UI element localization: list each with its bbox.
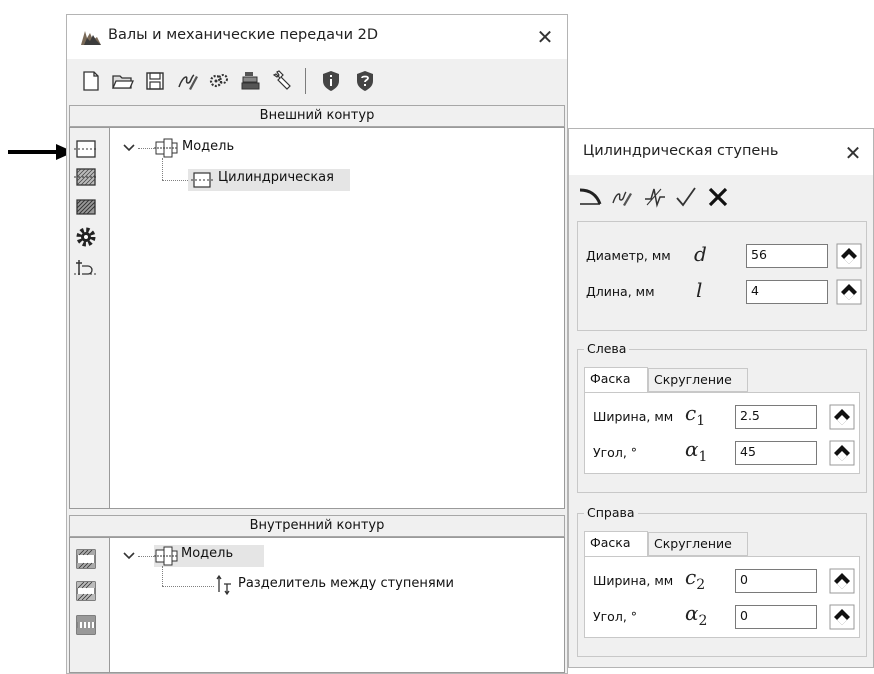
- tab-fillet[interactable]: Скругление: [648, 368, 748, 392]
- edit-icon[interactable]: [609, 185, 635, 209]
- cylinder-step-icon[interactable]: [73, 136, 99, 162]
- app-logo-icon: [81, 31, 101, 45]
- new-document-icon[interactable]: [79, 69, 103, 93]
- bore-step-icon[interactable]: [73, 546, 99, 572]
- tree-node-cylindrical[interactable]: Цилиндрическая: [188, 169, 350, 191]
- chamfer-angle-label: Угол, °: [593, 609, 638, 624]
- chamfer-angle-symbol: α2: [685, 601, 708, 629]
- expand-chevron-icon[interactable]: [122, 142, 136, 154]
- tree-root-model[interactable]: Модель: [182, 139, 234, 154]
- model-assembly-icon: [154, 138, 178, 158]
- right-chamfer-panel: Ширина, мм c2 0 Угол, ° α2 0: [584, 556, 860, 638]
- chamfer-width-label: Ширина, мм: [593, 573, 674, 588]
- step-separator-icon: [216, 574, 231, 596]
- inner-side-toolbar: [70, 538, 110, 672]
- chamfer-angle-input[interactable]: 0: [735, 605, 817, 629]
- shield-help-icon[interactable]: [353, 69, 377, 93]
- pick-value-icon[interactable]: [836, 243, 862, 269]
- hatched-step-icon[interactable]: [73, 164, 99, 190]
- tree-root-model-inner[interactable]: Модель: [154, 545, 264, 567]
- tab-chamfer[interactable]: Фаска: [584, 367, 648, 393]
- dialog-toolbar: [569, 175, 873, 219]
- add-element-icon[interactable]: [73, 252, 99, 278]
- left-chamfer-panel: Ширина, мм c1 2.5 Угол, ° α1 45: [584, 392, 860, 474]
- splined-bore-icon[interactable]: [73, 612, 99, 638]
- tree-node-label: Модель: [181, 546, 234, 561]
- tree-connector: [162, 586, 214, 587]
- tree-connector: [162, 158, 163, 180]
- checkmark-icon[interactable]: [673, 185, 699, 209]
- inner-contour-header: Внутренний контур: [69, 515, 565, 537]
- length-input[interactable]: 4: [746, 280, 828, 304]
- model-assembly-icon: [154, 546, 178, 566]
- diameter-symbol: d: [694, 242, 707, 266]
- wrench-icon[interactable]: [271, 69, 295, 93]
- tree-connector: [138, 556, 154, 557]
- chamfer-width-input[interactable]: 0: [735, 569, 817, 593]
- chamfer-angle-label: Угол, °: [593, 445, 638, 460]
- chamfer-angle-input[interactable]: 45: [735, 441, 817, 465]
- dialog-titlebar: Цилиндрическая ступень ✕: [569, 129, 873, 175]
- apply-icon[interactable]: [577, 185, 603, 209]
- inner-contour-pane: Модель Разделитель между ступенями: [69, 537, 565, 673]
- chamfer-width-symbol: c2: [685, 565, 706, 593]
- gears-icon[interactable]: [207, 69, 231, 93]
- tree-connector: [162, 180, 188, 181]
- hatched-bore-icon[interactable]: [73, 578, 99, 604]
- hatched-cone-icon[interactable]: [73, 194, 99, 220]
- length-label: Длина, мм: [586, 284, 655, 299]
- diameter-input[interactable]: 56: [746, 244, 828, 268]
- shield-info-icon[interactable]: [319, 69, 343, 93]
- pick-value-icon[interactable]: [836, 279, 862, 305]
- tab-fillet[interactable]: Скругление: [648, 532, 748, 556]
- chamfer-width-symbol: c1: [685, 401, 706, 429]
- dialog-close-button[interactable]: ✕: [839, 139, 867, 167]
- outer-side-toolbar: [70, 128, 110, 508]
- pick-value-icon[interactable]: [829, 604, 855, 630]
- tab-chamfer[interactable]: Фаска: [584, 531, 648, 557]
- open-folder-icon[interactable]: [111, 69, 135, 93]
- cylinder-step-icon: [191, 172, 213, 188]
- right-group-title: Справа: [584, 505, 638, 520]
- gear-stack-icon[interactable]: [239, 69, 263, 93]
- left-chamfer-group: Слева Фаска Скругление Ширина, мм c1 2.5…: [577, 341, 867, 493]
- tree-node-separator[interactable]: Разделитель между ступенями: [238, 576, 454, 591]
- pointer-arrow-icon: [8, 144, 74, 160]
- tree-connector: [162, 566, 163, 586]
- right-chamfer-group: Справа Фаска Скругление Ширина, мм c2 0 …: [577, 505, 867, 657]
- tree-node-label: Цилиндрическая: [218, 170, 334, 185]
- delete-icon[interactable]: [705, 185, 731, 209]
- dialog-title: Цилиндрическая ступень: [583, 143, 779, 159]
- pick-value-icon[interactable]: [829, 440, 855, 466]
- gear-icon[interactable]: [73, 224, 99, 250]
- outer-contour-pane: Модель Цилиндрическая: [69, 127, 565, 509]
- expand-chevron-icon[interactable]: [122, 550, 136, 562]
- save-icon[interactable]: [143, 69, 167, 93]
- pick-value-icon[interactable]: [829, 568, 855, 594]
- chamfer-width-label: Ширина, мм: [593, 409, 674, 424]
- dimensions-panel: Диаметр, мм d 56 Длина, мм l 4: [577, 221, 867, 331]
- chamfer-angle-symbol: α1: [685, 437, 708, 465]
- window-close-button[interactable]: ✕: [531, 23, 559, 51]
- toolbar-separator: [305, 68, 306, 94]
- main-toolbar: [67, 59, 567, 103]
- outer-contour-header: Внешний контур: [69, 105, 565, 127]
- shafts-gears-window: Валы и механические передачи 2D ✕ Внешни…: [66, 14, 568, 674]
- edit-icon[interactable]: [175, 69, 199, 93]
- pick-value-icon[interactable]: [829, 404, 855, 430]
- window-titlebar: Валы и механические передачи 2D ✕: [67, 15, 567, 59]
- cylindrical-step-dialog: Цилиндрическая ступень ✕ Диаметр, мм d 5…: [568, 128, 874, 668]
- tree-connector: [138, 148, 154, 149]
- chamfer-width-input[interactable]: 2.5: [735, 405, 817, 429]
- left-group-title: Слева: [584, 341, 630, 356]
- window-title: Валы и механические передачи 2D: [108, 27, 379, 43]
- diameter-label: Диаметр, мм: [586, 248, 671, 263]
- length-symbol: l: [696, 278, 703, 302]
- calculate-icon[interactable]: [641, 185, 667, 209]
